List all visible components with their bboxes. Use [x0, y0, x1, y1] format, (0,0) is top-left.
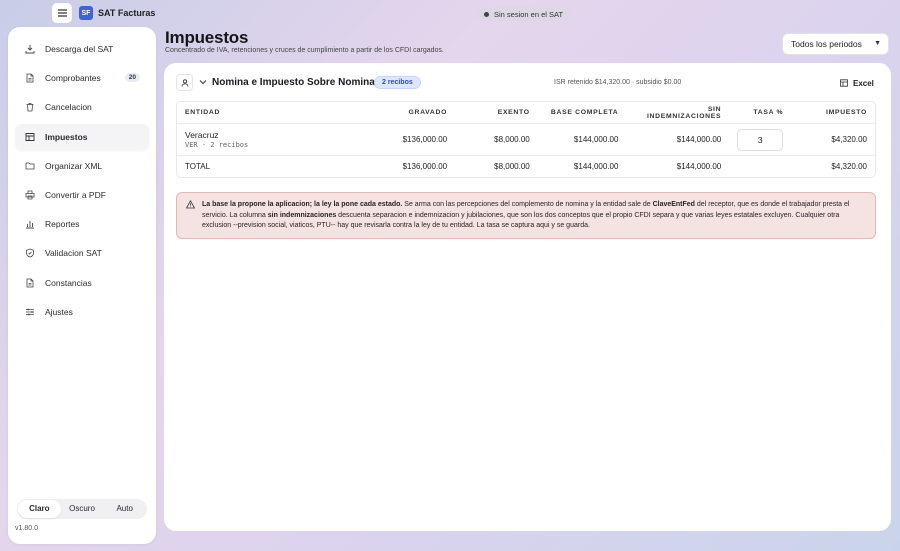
period-select[interactable]: Todos los periodos ▼	[782, 33, 889, 55]
sin-indemnizaciones-cell: $144,000.00	[626, 124, 730, 156]
sidebar-item-label: Impuestos	[45, 131, 88, 142]
excel-export-button[interactable]: Excel	[840, 76, 874, 90]
tasa-cell	[729, 124, 792, 156]
sidebar-item-label: Organizar XML	[45, 160, 103, 171]
col-header-tasa[interactable]: TASA %	[729, 102, 792, 124]
sidebar-item-convertir-pdf[interactable]: Convertir a PDF	[15, 182, 149, 208]
total-impuesto: $4,320.00	[831, 162, 867, 171]
total-gravado: $136,000.00	[402, 162, 448, 171]
hamburger-icon	[57, 9, 67, 17]
document-icon	[25, 278, 35, 288]
warning-field: ClaveEntFed	[652, 201, 695, 208]
bar-chart-icon	[25, 219, 35, 229]
excel-label: Excel	[853, 78, 874, 88]
app-title: SAT Facturas	[98, 8, 156, 18]
sidebar: Descarga del SAT Comprobantes 20 Cancela…	[8, 27, 156, 544]
sidebar-item-descarga[interactable]: Descarga del SAT	[15, 36, 149, 62]
sliders-icon	[25, 307, 35, 317]
sidebar-item-comprobantes[interactable]: Comprobantes 20	[15, 65, 149, 91]
printer-icon	[25, 190, 35, 200]
page-title: Impuestos	[165, 28, 249, 47]
spreadsheet-icon	[840, 79, 848, 87]
total-base-completa: $144,000.00	[573, 162, 619, 171]
gravado-cell: $136,000.00	[325, 124, 456, 156]
section-title: Nomina e Impuesto Sobre Nominas	[212, 77, 381, 88]
table-row: Veracruz VER · 2 recibos $136,000.00 $8,…	[177, 124, 875, 156]
sidebar-item-constancias[interactable]: Constancias	[15, 270, 149, 296]
table-header-row: ENTIDAD GRAVADO EXENTO BASE COMPLETA SIN…	[177, 102, 875, 124]
sidebar-item-label: Comprobantes	[45, 73, 101, 84]
main-card: Nomina e Impuesto Sobre Nominas 2 recibo…	[164, 63, 891, 531]
sidebar-item-label: Cancelacion	[45, 102, 92, 113]
warning-lead: La base la propone la aplicacion; la ley…	[202, 201, 403, 208]
warning-icon	[186, 200, 195, 209]
total-row: TOTAL $136,000.00 $8,000.00 $144,000.00 …	[177, 156, 875, 177]
version-label: v1.80.0	[15, 525, 38, 532]
col-header-base-completa[interactable]: BASE COMPLETA	[537, 102, 627, 124]
caret-down-icon: ▼	[874, 40, 881, 47]
impuesto-cell: $4,320.00	[791, 124, 875, 156]
sidebar-item-impuestos[interactable]: Impuestos	[15, 123, 149, 150]
sidebar-item-reportes[interactable]: Reportes	[15, 211, 149, 237]
sidebar-item-validacion-sat[interactable]: Validacion SAT	[15, 240, 149, 266]
col-header-gravado[interactable]: GRAVADO	[325, 102, 456, 124]
base-completa-cell: $144,000.00	[537, 124, 627, 156]
folder-icon	[25, 161, 35, 171]
col-header-entidad[interactable]: ENTIDAD	[177, 102, 326, 124]
col-header-exento[interactable]: EXENTO	[455, 102, 538, 124]
sidebar-item-label: Ajustes	[45, 306, 73, 317]
recibos-badge: 2 recibos	[374, 76, 421, 89]
person-button[interactable]	[176, 74, 193, 91]
exento-cell: $8,000.00	[455, 124, 538, 156]
period-select-value: Todos los periodos	[791, 39, 862, 49]
sidebar-nav: Descarga del SAT Comprobantes 20 Cancela…	[15, 36, 149, 328]
entity-cell: Veracruz VER · 2 recibos	[177, 124, 326, 156]
sidebar-item-cancelacion[interactable]: Cancelacion	[15, 94, 149, 120]
session-status-text: Sin sesion en el SAT	[494, 9, 564, 19]
status-dot-icon	[484, 11, 489, 17]
table-icon	[25, 132, 35, 142]
person-icon	[181, 78, 188, 87]
sidebar-item-ajustes[interactable]: Ajustes	[15, 299, 149, 325]
download-icon	[25, 44, 35, 54]
document-icon	[25, 73, 35, 83]
sidebar-item-organizar-xml[interactable]: Organizar XML	[15, 153, 149, 179]
warning-notice: La base la propone la aplicacion; la ley…	[176, 192, 876, 239]
count-badge: 20	[124, 73, 140, 83]
sidebar-item-label: Validacion SAT	[45, 248, 102, 259]
shield-check-icon	[25, 248, 35, 258]
isr-summary: ISR retenido $14,320.00 · subsidio $0.00	[554, 79, 682, 86]
sidebar-item-label: Constancias	[45, 277, 92, 288]
total-tasa	[729, 156, 791, 177]
sidebar-item-label: Reportes	[45, 219, 80, 230]
nomina-table: ENTIDAD GRAVADO EXENTO BASE COMPLETA SIN…	[176, 101, 876, 178]
total-exento: $8,000.00	[494, 162, 530, 171]
col-header-impuesto[interactable]: IMPUESTO	[791, 102, 875, 124]
section-header: Nomina e Impuesto Sobre Nominas 2 recibo…	[176, 74, 879, 92]
total-label: TOTAL	[185, 162, 211, 171]
menu-button[interactable]	[52, 3, 72, 23]
theme-switch: Claro Oscuro Auto	[17, 499, 147, 519]
chevron-down-icon[interactable]	[198, 76, 208, 88]
warning-column: sin indemnizaciones	[267, 211, 337, 219]
total-sin-indemnizaciones: $144,000.00	[676, 162, 722, 171]
theme-option-claro[interactable]: Claro	[18, 500, 61, 518]
warning-text: Se arma con las percepciones del complem…	[402, 201, 653, 208]
sidebar-item-label: Convertir a PDF	[45, 189, 106, 200]
tasa-input[interactable]	[737, 128, 784, 151]
col-header-sin-indemnizaciones[interactable]: SIN INDEMNIZACIONES	[626, 102, 730, 124]
sidebar-item-label: Descarga del SAT	[45, 44, 114, 54]
entity-subtitle: VER · 2 recibos	[185, 141, 249, 149]
page-subtitle: Concentrado de IVA, retenciones y cruces…	[165, 47, 444, 54]
trash-icon	[25, 102, 35, 112]
theme-option-auto[interactable]: Auto	[103, 500, 146, 518]
session-status-badge[interactable]: Sin sesion en el SAT	[478, 7, 572, 21]
theme-option-oscuro[interactable]: Oscuro	[61, 500, 104, 518]
entity-name: Veracruz	[185, 130, 219, 140]
app-logo: SF	[79, 6, 93, 20]
